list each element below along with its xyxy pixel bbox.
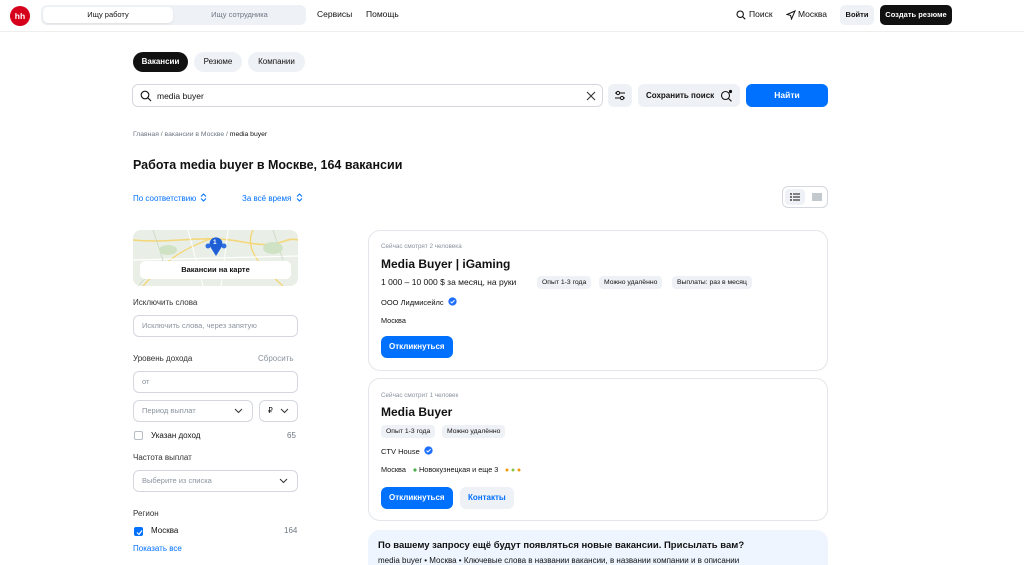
income-from-input[interactable]: от bbox=[133, 371, 298, 393]
create-resume-button[interactable]: Создать резюме bbox=[880, 5, 952, 25]
list-view-icon bbox=[790, 193, 800, 201]
vacancy-map[interactable]: 1 Вакансии на карте bbox=[133, 230, 298, 286]
vacancy-title[interactable]: Media Buyer | iGaming bbox=[381, 257, 510, 271]
metro-line-icon bbox=[413, 468, 417, 472]
location-arrow-icon bbox=[786, 10, 796, 20]
region-moscow-checkbox[interactable] bbox=[134, 527, 143, 536]
tab-vacancies[interactable]: Вакансии bbox=[133, 52, 188, 72]
metro-station: Новокузнецкая и еще 3 bbox=[419, 465, 499, 474]
viewers-count: Сейчас смотрят 2 человека bbox=[381, 243, 462, 250]
search-input[interactable]: media buyer bbox=[132, 84, 603, 107]
sort-updown-icon bbox=[296, 193, 302, 202]
region-moscow-count: 164 bbox=[284, 526, 298, 535]
help-link[interactable]: Помощь bbox=[366, 9, 399, 19]
checkmark-icon bbox=[136, 530, 143, 536]
payment-period-placeholder: Период выплат bbox=[142, 406, 196, 415]
sort-period-label: За всё время bbox=[242, 194, 292, 203]
services-link[interactable]: Сервисы bbox=[317, 9, 352, 19]
vacancy-title[interactable]: Media Buyer bbox=[381, 405, 452, 419]
view-list-button[interactable] bbox=[785, 189, 805, 205]
hh-logo[interactable]: hh bbox=[10, 6, 30, 26]
tab-resumes[interactable]: Резюме bbox=[194, 52, 242, 72]
region-moscow-label: Москва bbox=[151, 526, 179, 535]
clear-icon[interactable] bbox=[586, 91, 596, 101]
sort-relevance-label: По соответствию bbox=[133, 194, 197, 203]
exclude-words-label: Исключить слова bbox=[133, 298, 198, 307]
income-label: Уровень дохода bbox=[133, 354, 193, 363]
respond-button[interactable]: Откликнуться bbox=[381, 336, 453, 358]
city-link[interactable]: Москва bbox=[798, 9, 827, 19]
company-name[interactable]: ООО Лидмисейлс bbox=[381, 297, 457, 307]
salary-specified-checkbox[interactable] bbox=[134, 431, 143, 440]
tag-experience: Опыт 1-3 года bbox=[537, 276, 592, 289]
chevron-down-icon bbox=[234, 408, 243, 414]
payment-frequency-select[interactable]: Выберите из списка bbox=[133, 470, 298, 492]
subscribe-title: По вашему запросу ещё будут появляться н… bbox=[378, 540, 745, 551]
sliders-icon bbox=[615, 90, 625, 101]
contacts-button[interactable]: Контакты bbox=[460, 487, 514, 509]
salary-specified-label: Указан доход bbox=[151, 431, 201, 440]
compact-view-icon bbox=[812, 193, 822, 201]
respond-button[interactable]: Откликнуться bbox=[381, 487, 453, 509]
currency-select[interactable]: ₽ bbox=[259, 400, 298, 422]
salary-specified-count: 65 bbox=[287, 431, 296, 440]
verified-icon bbox=[448, 297, 457, 306]
exclude-words-input[interactable]: Исключить слова, через запятую bbox=[133, 315, 298, 337]
top-header: hh Ищу работу Ищу сотрудника Сервисы Пом… bbox=[0, 0, 1024, 32]
vacancy-salary: 1 000 – 10 000 $ за месяц, на руки bbox=[381, 277, 517, 287]
role-switcher: Ищу работу Ищу сотрудника bbox=[41, 5, 306, 25]
chevron-down-icon bbox=[279, 478, 288, 484]
verified-icon bbox=[424, 446, 433, 455]
tag-experience: Опыт 1-3 года bbox=[381, 425, 436, 438]
subscribe-text: media buyer • Москва • Ключевые слова в … bbox=[378, 556, 740, 565]
show-all-regions-link[interactable]: Показать все bbox=[133, 544, 182, 553]
search-value: media buyer bbox=[157, 91, 204, 101]
tag-remote: Можно удалённо bbox=[442, 425, 506, 438]
sort-updown-icon bbox=[201, 193, 207, 202]
view-compact-button[interactable] bbox=[807, 189, 827, 205]
save-search-label: Сохранить поиск bbox=[646, 91, 715, 100]
reset-link[interactable]: Сбросить bbox=[258, 354, 294, 363]
segment-job-seeker[interactable]: Ищу работу bbox=[43, 7, 173, 23]
payment-period-select[interactable]: Период выплат bbox=[133, 400, 253, 422]
filters-button[interactable] bbox=[608, 84, 632, 107]
view-toggle bbox=[782, 186, 828, 208]
breadcrumb: Главная / вакансии в Москве / media buye… bbox=[133, 131, 267, 138]
metro-lines-icon bbox=[505, 468, 521, 472]
breadcrumb-moscow[interactable]: вакансии в Москве bbox=[165, 131, 225, 138]
payment-frequency-placeholder: Выберите из списка bbox=[142, 476, 212, 485]
payment-frequency-label: Частота выплат bbox=[133, 453, 192, 462]
login-button[interactable]: Войти bbox=[840, 5, 874, 25]
page-title: Работа media buyer в Москве, 164 ваканси… bbox=[133, 158, 403, 172]
breadcrumb-home[interactable]: Главная bbox=[133, 131, 159, 138]
vacancy-city: Москва bbox=[381, 465, 406, 474]
currency-value: ₽ bbox=[268, 406, 273, 415]
chevron-down-icon bbox=[280, 408, 289, 414]
vacancy-card[interactable]: Сейчас смотрят 2 человека Media Buyer | … bbox=[368, 230, 828, 371]
map-pin-count: 1 bbox=[213, 239, 217, 246]
tag-payments: Выплаты: раз в месяц bbox=[672, 276, 752, 289]
save-search-button[interactable]: Сохранить поиск bbox=[638, 84, 740, 107]
breadcrumb-current: media buyer bbox=[229, 131, 268, 138]
save-search-icon bbox=[720, 89, 733, 102]
find-button[interactable]: Найти bbox=[746, 84, 828, 107]
company-name-text: CTV House bbox=[381, 447, 420, 456]
header-search-link[interactable]: Поиск bbox=[749, 9, 773, 19]
map-vacancies-button[interactable]: Вакансии на карте bbox=[140, 261, 291, 279]
search-icon[interactable] bbox=[736, 10, 746, 20]
tag-remote: Можно удалённо bbox=[599, 276, 663, 289]
region-label: Регион bbox=[133, 509, 159, 518]
company-name-text: ООО Лидмисейлс bbox=[381, 298, 444, 307]
sort-relevance-dropdown[interactable]: По соответствию bbox=[133, 193, 207, 203]
segment-employer[interactable]: Ищу сотрудника bbox=[175, 7, 304, 23]
sort-period-dropdown[interactable]: За всё время bbox=[242, 193, 303, 203]
search-icon bbox=[140, 90, 152, 102]
viewers-count: Сейчас смотрит 1 человек bbox=[381, 392, 459, 399]
vacancy-card[interactable]: Сейчас смотрит 1 человек Media Buyer Опы… bbox=[368, 378, 828, 521]
subscribe-banner: По вашему запросу ещё будут появляться н… bbox=[368, 530, 828, 565]
company-name[interactable]: CTV House bbox=[381, 446, 433, 456]
tab-companies[interactable]: Компании bbox=[248, 52, 305, 72]
vacancy-city: Москва bbox=[381, 316, 406, 325]
